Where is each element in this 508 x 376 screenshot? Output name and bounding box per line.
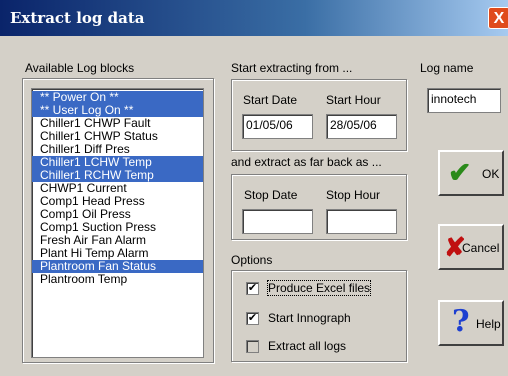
start-hour-label: Start Hour xyxy=(326,93,381,107)
help-label: Help xyxy=(476,317,501,331)
checkmark-icon: ✔ xyxy=(448,157,472,188)
options-heading: Options xyxy=(231,253,273,267)
stop-date-input[interactable] xyxy=(242,209,313,234)
ok-label: OK xyxy=(482,167,500,181)
help-button[interactable]: ? Help xyxy=(438,300,504,346)
produce-excel-checkbox[interactable]: ✔ xyxy=(246,282,259,295)
list-item[interactable]: Plantroom Temp xyxy=(32,273,203,286)
stop-hour-input[interactable] xyxy=(326,209,397,234)
start-innograph-checkbox[interactable]: ✔ xyxy=(246,312,259,325)
cancel-label: Cancel xyxy=(462,241,500,255)
extract-all-label: Extract all logs xyxy=(268,339,347,353)
stop-date-label: Stop Date xyxy=(244,188,298,202)
ok-button[interactable]: ✔ OK xyxy=(438,150,504,196)
check-mark-icon: ✔ xyxy=(247,312,258,324)
cancel-button[interactable]: ✘ Cancel xyxy=(438,224,504,270)
close-icon: X xyxy=(493,10,505,27)
start-hour-input[interactable]: 28/05/06 xyxy=(326,114,397,139)
start-date-label: Start Date xyxy=(243,93,298,107)
log-name-label: Log name xyxy=(420,61,474,75)
extract-all-checkbox[interactable] xyxy=(246,340,259,353)
log-blocks-listbox[interactable]: ** Power On ** ** User Log On ** Chiller1 … xyxy=(31,88,204,358)
stop-hour-label: Stop Hour xyxy=(326,188,381,202)
check-mark-icon: ✔ xyxy=(247,282,258,294)
produce-excel-label: Produce Excel files xyxy=(266,280,372,296)
stop-heading: and extract as far back as ... xyxy=(231,155,382,169)
start-date-input[interactable]: 01/05/06 xyxy=(242,114,313,139)
window-title: Extract log data xyxy=(10,9,145,27)
close-button[interactable]: X xyxy=(488,7,508,29)
start-heading: Start extracting from ... xyxy=(231,61,353,75)
start-innograph-label: Start Innograph xyxy=(268,311,351,325)
title-bar: Extract log data X xyxy=(0,0,508,36)
available-label: Available Log blocks xyxy=(25,61,135,75)
log-name-input[interactable]: innotech xyxy=(427,88,501,113)
question-mark-icon: ? xyxy=(452,304,470,339)
